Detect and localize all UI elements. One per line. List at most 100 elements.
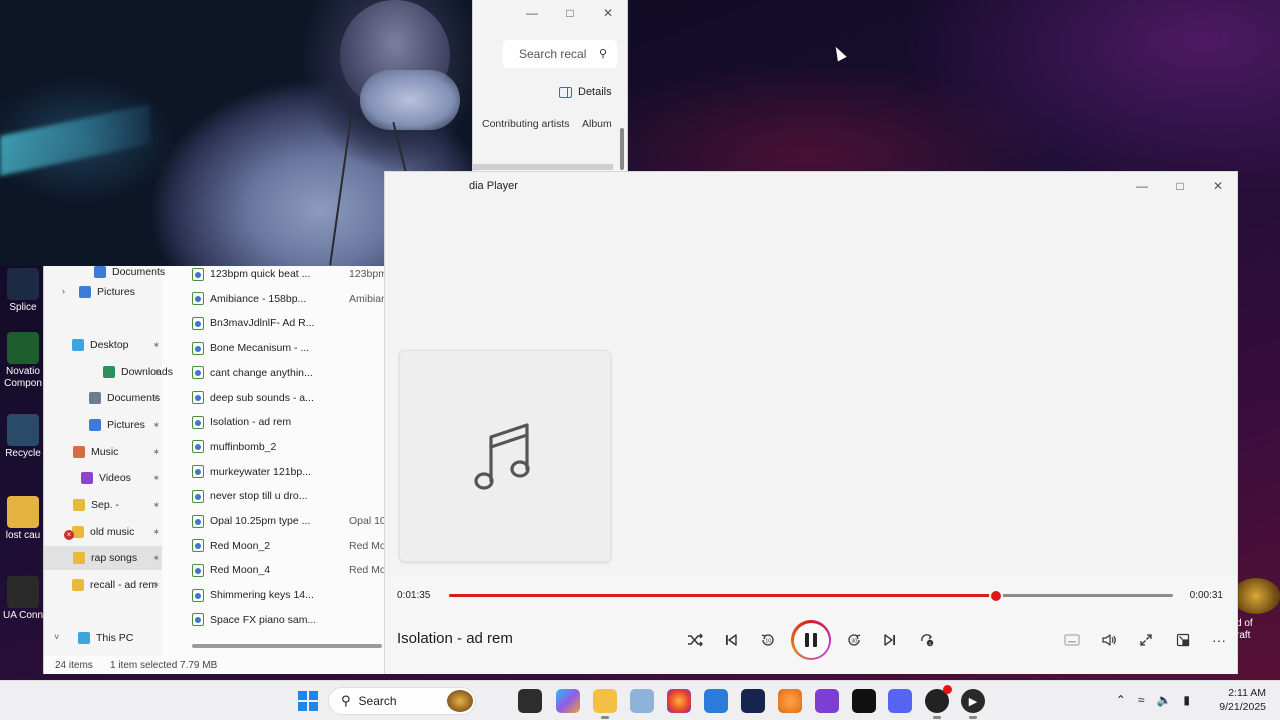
file-row[interactable]: Bn3mavJdlnlF- Ad R... <box>174 311 386 335</box>
audio-file-icon <box>192 563 204 577</box>
fl-studio-icon[interactable] <box>778 689 802 713</box>
nav-item[interactable]: Videos ✶ <box>44 466 162 490</box>
nav-item[interactable]: This PC <box>44 626 162 650</box>
file-row[interactable]: Amibiance - 158bp... Amibian <box>174 287 386 311</box>
photos-icon[interactable] <box>630 689 654 713</box>
file-row[interactable]: Red Moon_2 Red Moo <box>174 534 386 558</box>
close-icon[interactable]: ✕ <box>1199 172 1237 200</box>
nav-item[interactable]: Pictures ✶ <box>44 413 162 437</box>
minimize-icon[interactable]: — <box>1123 172 1161 200</box>
file-album: Red Moo <box>349 539 386 552</box>
file-row[interactable]: Bone Mecanisum - ... <box>174 336 386 360</box>
desktop-icon-image <box>7 268 39 300</box>
speaker-icon[interactable]: 🔈 <box>1156 693 1171 707</box>
file-row[interactable]: Isolation - ad rem <box>174 410 386 434</box>
column-header-album[interactable]: Album <box>582 118 612 130</box>
audio-file-icon <box>192 292 204 306</box>
audio-file-icon <box>192 613 204 627</box>
desktop-icon[interactable]: Recycle <box>0 414 46 460</box>
minimize-icon[interactable]: — <box>513 0 551 26</box>
desktop-icon[interactable]: lost cau <box>0 496 46 542</box>
app-icon[interactable] <box>741 689 765 713</box>
desktop-icon[interactable]: UA Conn <box>0 576 46 622</box>
file-explorer: Documents Pictures Desktop ✶ Downloads ✶ Docum… <box>43 266 386 674</box>
file-row[interactable]: Shimmering keys 14... <box>174 583 386 607</box>
file-row[interactable]: deep sub sounds - a... <box>174 386 386 410</box>
discord-icon[interactable] <box>888 689 912 713</box>
nav-item[interactable]: Downloads ✶ <box>44 360 173 384</box>
nav-item[interactable]: rap songs ✶ <box>44 546 162 570</box>
copilot-icon[interactable] <box>556 689 580 713</box>
repeat-one-icon[interactable]: 1 <box>913 626 941 654</box>
next-icon[interactable] <box>876 626 904 654</box>
seek-bar[interactable] <box>449 590 1173 601</box>
search-row: Search recal ⚲ <box>473 40 629 68</box>
now-playing-title[interactable]: Isolation - ad rem <box>397 630 513 647</box>
nav-item[interactable]: Desktop ✶ <box>44 333 162 357</box>
close-icon[interactable]: ✕ <box>589 0 627 26</box>
file-row[interactable]: cant change anythin... <box>174 361 386 385</box>
nav-item[interactable]: Documents ✶ <box>44 386 162 410</box>
file-row[interactable]: muffinbomb_2 <box>174 435 386 459</box>
seek-thumb[interactable] <box>990 590 1001 601</box>
clock[interactable]: 2:11 AM 9/21/2025 <box>1219 686 1266 714</box>
skip-back-10-icon[interactable]: 10 <box>754 626 782 654</box>
nav-item[interactable]: Sep. - ✶ <box>44 493 162 517</box>
wifi-icon[interactable]: ≈ <box>1138 693 1145 707</box>
chevron-up-icon[interactable]: ⌃ <box>1116 693 1126 707</box>
folder-icon <box>73 446 85 458</box>
task-view-icon[interactable] <box>518 689 542 713</box>
maximize-icon[interactable]: □ <box>551 0 589 26</box>
shuffle-icon[interactable] <box>681 626 709 654</box>
media-player-icon[interactable]: ▶ <box>961 689 985 719</box>
explorer-window-top: — □ ✕ Search recal ⚲ Details Contributin… <box>472 0 628 172</box>
firefox-icon[interactable] <box>667 689 691 713</box>
file-row[interactable]: Space FX piano sam... <box>174 608 386 632</box>
file-explorer-icon[interactable] <box>593 689 617 719</box>
skip-forward-30-icon[interactable]: 30 <box>840 626 868 654</box>
desktop-icon[interactable]: Novatio Compon <box>0 332 46 390</box>
nav-item[interactable]: old music ✶ <box>44 520 162 544</box>
taskbar-search[interactable]: ⚲ Search <box>328 687 476 715</box>
details-button[interactable]: Details <box>559 86 612 98</box>
nav-item[interactable]: recall - ad rem ✶ <box>44 573 162 597</box>
battery-icon[interactable]: ▮ <box>1183 693 1190 707</box>
file-row[interactable]: 123bpm quick beat ... 123bpm <box>174 266 386 286</box>
nav-item[interactable]: Music ✶ <box>44 440 162 464</box>
edge-icon[interactable] <box>704 689 728 713</box>
app-icon[interactable] <box>852 689 876 713</box>
pause-button[interactable] <box>791 620 831 660</box>
chevron-down-icon[interactable]: ˅ <box>54 632 59 642</box>
wow-app-icon[interactable] <box>1232 578 1280 614</box>
file-row[interactable]: murkeywater 121bp... <box>174 460 386 484</box>
fullscreen-icon[interactable] <box>1132 626 1160 654</box>
file-row[interactable]: Red Moon_4 Red Moo <box>174 558 386 582</box>
file-album: 123bpm <box>349 268 386 280</box>
file-row[interactable]: never stop till u dro... <box>174 484 386 508</box>
mini-player-icon[interactable] <box>1169 626 1197 654</box>
pin-icon: ✶ <box>152 553 160 563</box>
desktop-icon[interactable]: Splice <box>0 268 46 314</box>
vertical-scrollbar[interactable] <box>620 128 624 170</box>
album-art <box>399 350 611 562</box>
desktop-icon-image <box>7 496 39 528</box>
start-button[interactable] <box>298 691 318 711</box>
file-row[interactable]: Opal 10.25pm type ... Opal 10. <box>174 509 386 533</box>
volume-icon[interactable] <box>1095 626 1123 654</box>
audio-file-icon <box>192 267 204 281</box>
file-name: never stop till u dro... <box>210 490 308 503</box>
more-options-icon[interactable]: ··· <box>1205 626 1233 654</box>
search-input[interactable]: Search recal ⚲ <box>503 40 617 68</box>
obs-icon[interactable] <box>925 685 952 719</box>
captions-icon[interactable] <box>1058 626 1086 654</box>
horizontal-scrollbar[interactable] <box>473 164 613 170</box>
keyboard-light <box>0 104 150 176</box>
app-icon[interactable] <box>815 689 839 713</box>
column-header-artists[interactable]: Contributing artists <box>482 118 570 130</box>
folder-icon <box>73 499 85 511</box>
horizontal-scrollbar[interactable] <box>192 644 382 648</box>
chevron-right-icon[interactable]: › <box>62 286 65 296</box>
folder-icon <box>79 286 91 298</box>
maximize-icon[interactable]: □ <box>1161 172 1199 200</box>
previous-icon[interactable] <box>717 626 745 654</box>
